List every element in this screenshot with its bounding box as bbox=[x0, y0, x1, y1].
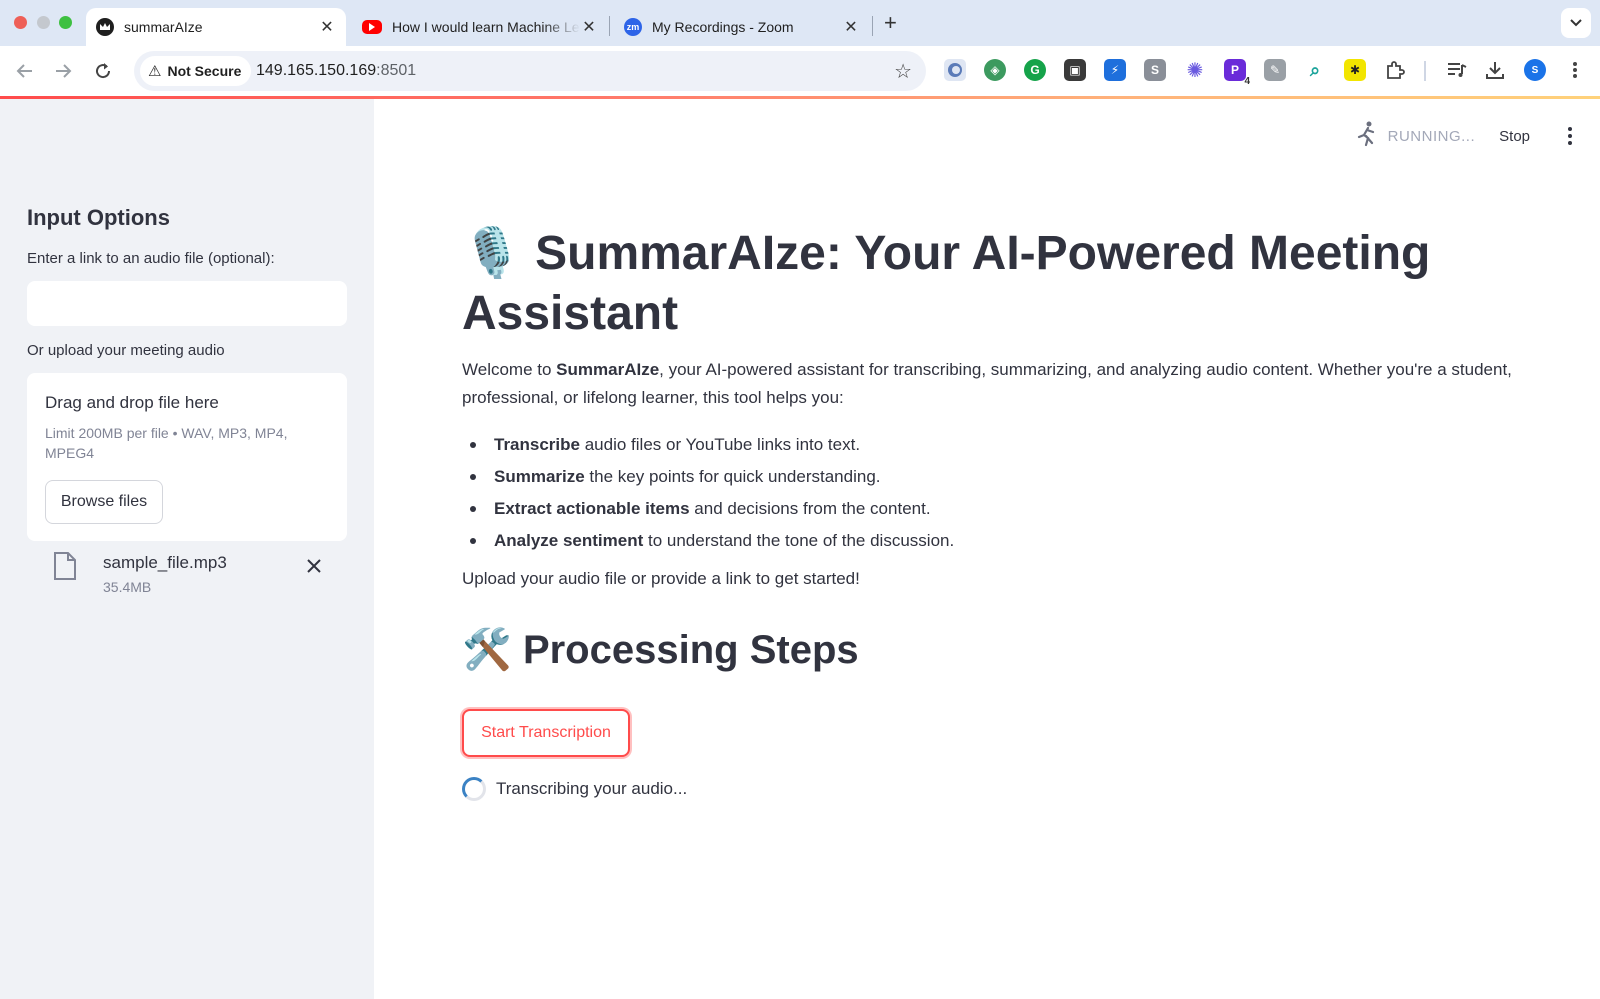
page-title-text: SummarAIze: Your AI-Powered Meeting Assi… bbox=[462, 227, 1431, 340]
close-tab-icon[interactable]: ✕ bbox=[580, 17, 598, 37]
extension-badge-count: 4 bbox=[1244, 76, 1250, 87]
back-arrow-icon[interactable] bbox=[12, 58, 38, 84]
extension-badge-icon[interactable]: P4 bbox=[1224, 59, 1250, 87]
intro-brand: SummarAIze bbox=[556, 360, 660, 379]
youtube-icon bbox=[362, 20, 382, 34]
url-text[interactable]: 149.165.150.169:8501 bbox=[256, 62, 416, 80]
grammarly-icon[interactable]: G bbox=[1024, 59, 1046, 81]
tab-title: How I would learn Machine Le bbox=[392, 19, 580, 35]
intro-paragraph: Welcome to SummarAIze, your AI-powered a… bbox=[462, 356, 1512, 412]
feature-bold: Transcribe bbox=[494, 435, 580, 454]
streamlit-crown-icon bbox=[96, 18, 114, 36]
remove-file-icon[interactable] bbox=[303, 555, 325, 577]
uploaded-file-name: sample_file.mp3 bbox=[103, 553, 227, 572]
window-close-button[interactable] bbox=[14, 16, 27, 29]
close-tab-icon[interactable]: ✕ bbox=[842, 17, 860, 37]
profile-avatar[interactable]: S bbox=[1524, 59, 1546, 81]
audio-link-input[interactable] bbox=[27, 281, 347, 326]
list-item: Extract actionable items and decisions f… bbox=[462, 493, 1512, 525]
feature-bold: Summarize bbox=[494, 467, 585, 486]
dropzone-limit-text: Limit 200MB per file • WAV, MP3, MP4, MP… bbox=[45, 425, 288, 461]
sidebar: Input Options Enter a link to an audio f… bbox=[0, 99, 374, 999]
list-item: Analyze sentiment to understand the tone… bbox=[462, 525, 1512, 557]
bookmark-star-icon[interactable]: ☆ bbox=[894, 59, 912, 84]
app-menu-icon[interactable] bbox=[1560, 127, 1580, 145]
list-item: Transcribe audio files or YouTube links … bbox=[462, 429, 1512, 461]
extension-s-icon[interactable]: S bbox=[1144, 59, 1166, 81]
tab-separator bbox=[609, 16, 610, 36]
browser-tab-strip: summarAIze ✕ How I would learn Machine L… bbox=[0, 0, 1600, 46]
app-status-area: RUNNING... Stop bbox=[1356, 121, 1580, 151]
extension-search-icon[interactable]: ⌕ bbox=[1304, 59, 1326, 81]
extension-pen-icon[interactable]: ✎ bbox=[1264, 59, 1286, 81]
browser-tab-summaraize[interactable]: summarAIze ✕ bbox=[86, 8, 346, 46]
url-host: 149.165.150.169 bbox=[256, 62, 377, 79]
warning-triangle-icon: ⚠ bbox=[148, 63, 162, 80]
tab-separator bbox=[872, 16, 873, 36]
list-item: Summarize the key points for quick under… bbox=[462, 461, 1512, 493]
intro-prefix: Welcome to bbox=[462, 360, 557, 379]
running-status-text: RUNNING... bbox=[1387, 127, 1476, 145]
url-port: :8501 bbox=[376, 62, 417, 79]
spinner-status-text: Transcribing your audio... bbox=[496, 779, 688, 798]
address-bar[interactable]: ⚠ Not Secure 149.165.150.169:8501 ☆ bbox=[134, 51, 926, 91]
tools-icon: 🛠️ bbox=[462, 628, 512, 672]
forward-arrow-icon[interactable] bbox=[50, 58, 76, 84]
browser-toolbar: ⚠ Not Secure 149.165.150.169:8501 ☆ ◈ G … bbox=[0, 46, 1600, 96]
extension-sparkle-icon[interactable]: ✺ bbox=[1184, 59, 1206, 82]
close-tab-icon[interactable]: ✕ bbox=[318, 17, 336, 37]
security-label: Not Secure bbox=[167, 63, 242, 79]
browse-files-button[interactable]: Browse files bbox=[45, 480, 163, 524]
feature-list: Transcribe audio files or YouTube links … bbox=[462, 429, 1512, 557]
start-transcription-button[interactable]: Start Transcription bbox=[462, 709, 630, 757]
window-maximize-button[interactable] bbox=[59, 16, 72, 29]
feature-text: audio files or YouTube links into text. bbox=[580, 435, 861, 454]
main-content: RUNNING... Stop 🎙️ SummarAIze: Your AI-P… bbox=[374, 99, 1600, 999]
section-title: 🛠️ Processing Steps bbox=[462, 626, 859, 673]
feature-text: to understand the tone of the discussion… bbox=[643, 531, 955, 550]
browser-tab-youtube[interactable]: How I would learn Machine Le ✕ bbox=[352, 8, 608, 46]
tab-search-chevron-icon[interactable] bbox=[1561, 8, 1591, 38]
extension-circle-icon[interactable] bbox=[944, 59, 966, 81]
dropzone-title: Drag and drop file here bbox=[45, 393, 219, 412]
section-title-text: Processing Steps bbox=[522, 628, 859, 672]
page-title: 🎙️ SummarAIze: Your AI-Powered Meeting A… bbox=[462, 224, 1492, 344]
file-dropzone[interactable]: Drag and drop file here Limit 200MB per … bbox=[27, 373, 347, 541]
browser-menu-icon[interactable] bbox=[1564, 59, 1586, 81]
feature-text: the key points for quick understanding. bbox=[584, 467, 881, 486]
download-icon[interactable] bbox=[1484, 59, 1506, 81]
tab-title: summarAIze bbox=[124, 19, 203, 35]
extension-lightning-icon[interactable]: ⚡ bbox=[1104, 59, 1126, 81]
uploaded-file-size: 35.4MB bbox=[103, 579, 152, 595]
file-icon bbox=[53, 551, 77, 586]
stop-button[interactable]: Stop bbox=[1499, 128, 1530, 145]
uploaded-file-row: sample_file.mp3 35.4MB bbox=[27, 549, 347, 599]
security-chip[interactable]: ⚠ Not Secure bbox=[140, 56, 252, 86]
tab-title: My Recordings - Zoom bbox=[652, 19, 794, 35]
media-queue-icon[interactable] bbox=[1446, 59, 1468, 81]
extension-puzzle-dark-icon[interactable]: ▣ bbox=[1064, 59, 1086, 81]
feature-bold: Extract actionable items bbox=[494, 499, 690, 518]
loading-spinner-icon bbox=[462, 777, 486, 801]
window-minimize-button[interactable] bbox=[37, 16, 50, 29]
new-tab-icon[interactable]: + bbox=[884, 10, 897, 36]
running-man-icon bbox=[1356, 121, 1378, 152]
extension-android-icon[interactable]: ◈ bbox=[984, 59, 1006, 81]
feature-text: and decisions from the content. bbox=[689, 499, 931, 518]
extension-asterisk-icon[interactable]: ✱ bbox=[1344, 59, 1366, 81]
microphone-icon: 🎙️ bbox=[462, 227, 522, 280]
browser-tab-zoom[interactable]: zm My Recordings - Zoom ✕ bbox=[614, 8, 870, 46]
feature-bold: Analyze sentiment bbox=[494, 531, 644, 550]
zoom-icon: zm bbox=[624, 18, 642, 36]
sidebar-title: Input Options bbox=[27, 205, 170, 230]
link-input-label: Enter a link to an audio file (optional)… bbox=[27, 250, 275, 267]
call-to-action-text: Upload your audio file or provide a link… bbox=[462, 569, 860, 588]
toolbar-separator bbox=[1424, 61, 1426, 81]
upload-label: Or upload your meeting audio bbox=[27, 342, 225, 359]
extensions-puzzle-icon[interactable] bbox=[1384, 59, 1406, 81]
reload-icon[interactable] bbox=[90, 58, 116, 84]
